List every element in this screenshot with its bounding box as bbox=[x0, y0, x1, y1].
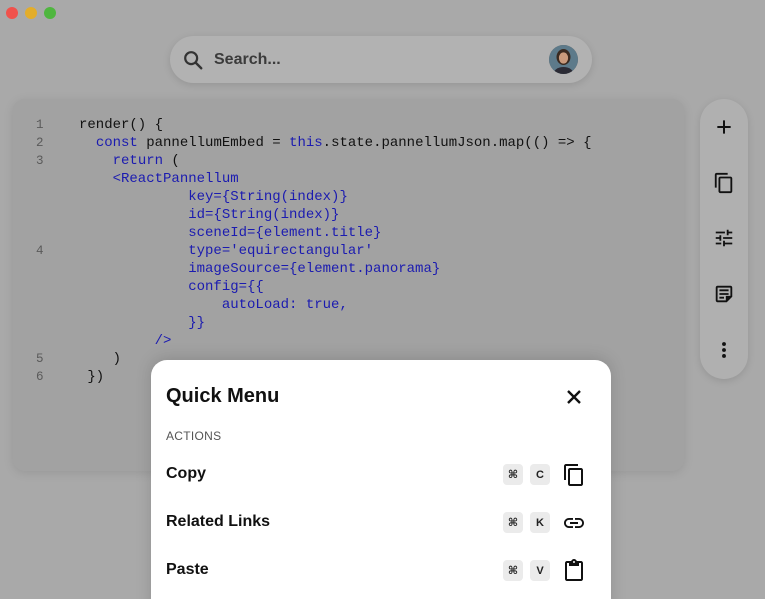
line-number: 6 bbox=[36, 370, 44, 384]
shortcut-key: ⌘ bbox=[503, 560, 523, 581]
more-vertical-icon bbox=[722, 342, 726, 358]
code-keyword: <ReactPannellum bbox=[79, 171, 239, 187]
code-keyword: autoLoad: true, bbox=[79, 297, 348, 313]
add-button[interactable] bbox=[712, 115, 736, 139]
menu-item-label: Related Links bbox=[166, 513, 271, 530]
line-number: 2 bbox=[36, 136, 44, 150]
code-keyword: config={{ bbox=[79, 279, 264, 295]
code-line: sceneId={element.title} bbox=[13, 224, 684, 242]
code-text: imageSource={element.panorama} bbox=[79, 260, 440, 278]
window-controls bbox=[6, 7, 56, 19]
section-heading: ACTIONS bbox=[166, 429, 222, 443]
code-keyword: }} bbox=[79, 315, 206, 331]
code-text: id={String(index)} bbox=[79, 206, 339, 224]
shortcut-key: ⌘ bbox=[503, 464, 523, 485]
quick-menu-title: Quick Menu bbox=[166, 385, 280, 407]
shortcut-key: K bbox=[530, 512, 550, 533]
code-text: render() { bbox=[79, 116, 163, 134]
link-icon bbox=[564, 518, 584, 528]
code-line: 4 type='equirectangular' bbox=[13, 242, 684, 260]
menu-item-related-links[interactable]: Related Links ⌘ K bbox=[151, 500, 611, 544]
code-line: key={String(index)} bbox=[13, 188, 684, 206]
code-line: 1 render() { bbox=[13, 116, 684, 134]
search-input[interactable] bbox=[214, 50, 534, 69]
menu-item-label: Copy bbox=[166, 465, 206, 482]
adjust-button[interactable] bbox=[712, 226, 736, 250]
code-keyword: /> bbox=[79, 333, 172, 349]
code-token: .state.pannellumJson.map(() => { bbox=[322, 135, 592, 151]
code-keyword: return bbox=[112, 153, 164, 169]
code-text: /> bbox=[79, 332, 172, 350]
code-keyword: key={String(index)} bbox=[79, 189, 348, 205]
code-keyword: sceneId={element.title} bbox=[79, 225, 382, 241]
close-button[interactable] bbox=[562, 385, 586, 409]
search-icon bbox=[184, 50, 203, 69]
shortcut-key: ⌘ bbox=[503, 512, 523, 533]
code-line: autoLoad: true, bbox=[13, 296, 684, 314]
code-token: render() { bbox=[79, 117, 164, 133]
code-text: type='equirectangular' bbox=[79, 242, 373, 260]
sliders-icon bbox=[715, 229, 733, 247]
line-number: 4 bbox=[36, 244, 44, 258]
line-number: 5 bbox=[36, 352, 44, 366]
code-keyword: const bbox=[95, 135, 138, 151]
code-text: <ReactPannellum bbox=[79, 170, 239, 188]
more-button[interactable] bbox=[712, 338, 736, 362]
code-text: return ( bbox=[79, 152, 180, 170]
code-text: const pannellumEmbed = this.state.pannel… bbox=[79, 134, 592, 152]
menu-item-copy[interactable]: Copy ⌘ C bbox=[151, 452, 611, 496]
code-text: key={String(index)} bbox=[79, 188, 348, 206]
code-line: imageSource={element.panorama} bbox=[13, 260, 684, 278]
avatar[interactable] bbox=[549, 45, 578, 74]
copy-button[interactable] bbox=[712, 171, 736, 195]
code-text: }) bbox=[79, 368, 104, 386]
avatar-image bbox=[549, 45, 578, 74]
code-line: 2 const pannellumEmbed = this.state.pann… bbox=[13, 134, 684, 152]
side-toolbar bbox=[700, 99, 748, 379]
code-keyword: id={String(index)} bbox=[79, 207, 340, 223]
code-token: pannellumEmbed = bbox=[137, 135, 290, 151]
line-number: 3 bbox=[36, 154, 44, 168]
code-keyword: type='equirectangular' bbox=[79, 243, 374, 259]
quick-menu: Quick Menu ACTIONS Copy ⌘ C Related Link… bbox=[151, 360, 611, 599]
plus-icon bbox=[717, 120, 731, 134]
code-token: ( bbox=[163, 153, 180, 169]
clipboard-icon bbox=[565, 559, 583, 581]
copy-icon bbox=[714, 172, 733, 194]
close-window-button[interactable] bbox=[6, 7, 18, 19]
notes-button[interactable] bbox=[712, 282, 736, 306]
search-bar[interactable] bbox=[170, 36, 592, 83]
code-line: <ReactPannellum bbox=[13, 170, 684, 188]
code-keyword: imageSource={element.panorama} bbox=[79, 261, 441, 277]
code-text: ) bbox=[79, 350, 121, 368]
code-line: /> bbox=[13, 332, 684, 350]
zoom-window-button[interactable] bbox=[44, 7, 56, 19]
copy-icon bbox=[564, 464, 583, 486]
code-text: config={{ bbox=[79, 278, 264, 296]
menu-item-label: Paste bbox=[166, 561, 209, 578]
close-icon bbox=[567, 390, 581, 404]
line-number: 1 bbox=[36, 118, 44, 132]
code-line: id={String(index)} bbox=[13, 206, 684, 224]
code-line: 3 return ( bbox=[13, 152, 684, 170]
code-text: autoLoad: true, bbox=[79, 296, 348, 314]
code-text: }} bbox=[79, 314, 205, 332]
code-line: }} bbox=[13, 314, 684, 332]
code-line: config={{ bbox=[13, 278, 684, 296]
shortcut-key: V bbox=[530, 560, 550, 581]
code-token: }) bbox=[79, 369, 105, 385]
code-text: sceneId={element.title} bbox=[79, 224, 381, 242]
shortcut-key: C bbox=[530, 464, 550, 485]
code-token: ) bbox=[79, 351, 122, 367]
code-keyword: this bbox=[289, 135, 323, 151]
minimize-window-button[interactable] bbox=[25, 7, 37, 19]
note-icon bbox=[715, 285, 733, 303]
menu-item-paste[interactable]: Paste ⌘ V bbox=[151, 548, 611, 592]
